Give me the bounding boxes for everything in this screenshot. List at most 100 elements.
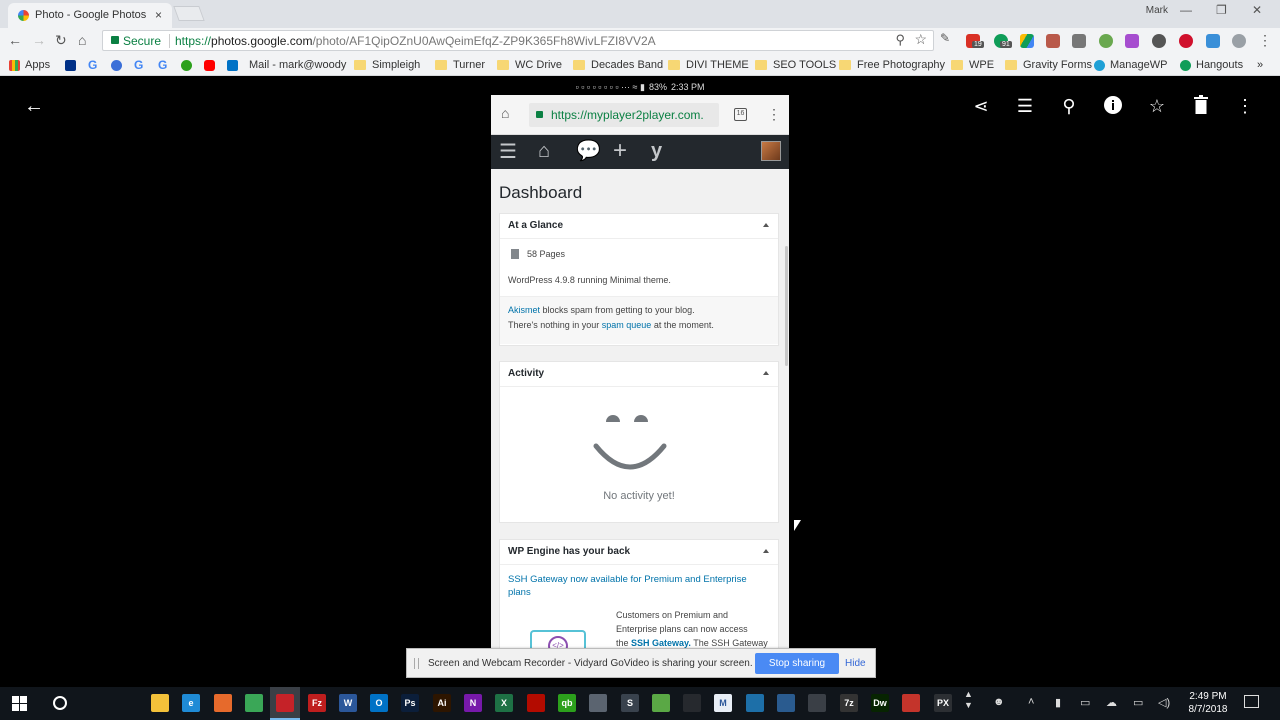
bookmark-google-2[interactable]: G: [134, 58, 143, 72]
favorite-star-icon[interactable]: ☆: [1146, 96, 1168, 117]
bookmark-folder-free-photography[interactable]: Free Photography: [839, 58, 945, 72]
forward-icon[interactable]: →: [32, 32, 46, 48]
taskbar-onenote-icon[interactable]: N: [464, 694, 482, 712]
stop-sharing-button[interactable]: Stop sharing: [755, 653, 839, 674]
drag-handle-icon[interactable]: [414, 658, 419, 669]
pen-extension-icon[interactable]: [1125, 34, 1139, 48]
network-icon[interactable]: ▭: [1133, 696, 1143, 709]
bookmark-folder-seo-tools[interactable]: SEO TOOLS: [755, 58, 836, 72]
cloud-extension-icon[interactable]: [1232, 34, 1246, 48]
window-user-name[interactable]: Mark: [1146, 5, 1168, 16]
bookmarks-overflow-icon[interactable]: »: [1257, 58, 1263, 72]
bookmark-quickbooks[interactable]: [181, 58, 197, 72]
share-icon[interactable]: ⋖: [970, 96, 992, 117]
viewer-back-arrow-icon[interactable]: ←: [24, 95, 44, 118]
bookmark-folder-decades-band[interactable]: Decades Band: [573, 58, 663, 72]
script-extension-icon[interactable]: [1072, 34, 1086, 48]
taskbar-app-cam-icon[interactable]: [746, 694, 764, 712]
taskbar-app-red-icon[interactable]: [276, 694, 294, 712]
home-icon[interactable]: ⌂: [78, 32, 86, 48]
taskbar-firefox-icon[interactable]: [214, 694, 232, 712]
taskbar-acrobat-icon[interactable]: [527, 694, 545, 712]
new-tab-button[interactable]: [173, 6, 205, 21]
url-text[interactable]: https://photos.google.com/photo/AF1QipOZ…: [175, 34, 656, 48]
bookmarks-bar: Apps G G G Mail - mark@woody Simpleigh T…: [0, 54, 1280, 76]
taskbar-file-explorer-icon[interactable]: [151, 694, 169, 712]
hangouts-extension-icon[interactable]: 91: [994, 34, 1012, 48]
taskbar-outlook-icon[interactable]: O: [370, 694, 388, 712]
bookmark-google-1[interactable]: G: [88, 58, 97, 72]
taskbar-app-bot-icon[interactable]: [808, 694, 826, 712]
tray-scroll-icon[interactable]: ▲ ▼: [964, 689, 973, 711]
taskbar-app-gray-icon[interactable]: [589, 694, 607, 712]
action-center-icon[interactable]: [1244, 695, 1259, 708]
taskbar-quickbooks-icon[interactable]: qb: [558, 694, 576, 712]
android-extension-icon[interactable]: [1099, 34, 1113, 48]
hide-button[interactable]: Hide: [845, 658, 866, 669]
taskbar-clock[interactable]: 2:49 PM 8/7/2018: [1184, 690, 1232, 716]
chrome-menu-icon[interactable]: ⋮: [1258, 32, 1272, 49]
taskbar-app-dark-icon[interactable]: [683, 694, 701, 712]
gear-extension-icon[interactable]: [1152, 34, 1166, 48]
bookmark-folder-gravity-forms[interactable]: Gravity Forms: [1005, 58, 1092, 72]
taskbar-illustrator-icon[interactable]: Ai: [433, 694, 451, 712]
bookmark-folder-divi-theme[interactable]: DIVI THEME: [668, 58, 749, 72]
close-window-icon[interactable]: ✕: [1252, 3, 1262, 17]
delete-trash-icon[interactable]: [1190, 95, 1212, 120]
taskbar-app-s-icon[interactable]: S: [621, 694, 639, 712]
browser-tab[interactable]: Photo - Google Photos ×: [8, 3, 172, 28]
taskbar-app-px-icon[interactable]: PX: [934, 694, 952, 712]
taskbar-photoshop-icon[interactable]: Ps: [401, 694, 419, 712]
bookmark-folder-wc-drive[interactable]: WC Drive: [497, 58, 562, 72]
pdf-extension-icon[interactable]: [1046, 34, 1060, 48]
people-icon[interactable]: ☻: [993, 696, 1005, 708]
bookmark-folder-wpe[interactable]: WPE: [951, 58, 994, 72]
taskbar-filezilla-icon[interactable]: Fz: [308, 694, 326, 712]
network-extension-icon[interactable]: [1206, 34, 1220, 48]
show-hidden-icons-icon[interactable]: ˄: [1028, 696, 1034, 708]
cortana-search-icon[interactable]: [53, 696, 67, 710]
drive-extension-icon[interactable]: [1020, 34, 1034, 48]
reload-icon[interactable]: ↻: [55, 32, 67, 49]
bookmark-google-3[interactable]: G: [158, 58, 167, 72]
bookmark-hangouts[interactable]: Hangouts: [1180, 58, 1243, 72]
restore-icon[interactable]: ❐: [1216, 3, 1227, 17]
bookmark-star-icon[interactable]: ☆: [914, 31, 927, 48]
widget-title: WP Engine has your back: [508, 546, 631, 557]
bookmark-youtube[interactable]: [204, 58, 220, 72]
bookmark-globe[interactable]: [111, 58, 127, 72]
microphone-icon[interactable]: ▮: [1055, 696, 1061, 709]
taskbar-app-feather-icon[interactable]: [777, 694, 795, 712]
more-options-icon[interactable]: ⋮: [1234, 96, 1256, 117]
zoom-search-icon[interactable]: ⚲: [1058, 96, 1080, 117]
taskbar-excel-icon[interactable]: X: [495, 694, 513, 712]
zoom-icon[interactable]: ⚲: [895, 32, 905, 48]
taskbar-app-m-icon[interactable]: M: [714, 694, 732, 712]
onedrive-cloud-icon[interactable]: ☁: [1106, 696, 1117, 709]
eyedropper-icon[interactable]: ✎: [940, 31, 954, 45]
taskbar-7zip-icon[interactable]: 7z: [840, 694, 858, 712]
bookmark-apps[interactable]: Apps: [9, 58, 50, 72]
taskbar-word-icon[interactable]: W: [339, 694, 357, 712]
tab-close-icon[interactable]: ×: [155, 8, 162, 22]
bookmark-folder-turner[interactable]: Turner: [435, 58, 485, 72]
bookmark-mail[interactable]: Mail - mark@woody: [227, 58, 346, 72]
edit-adjust-icon[interactable]: ☰: [1014, 96, 1036, 117]
gmail-extension-icon[interactable]: 19: [966, 34, 984, 48]
back-icon[interactable]: ←: [8, 32, 22, 48]
windows-start-icon[interactable]: [12, 696, 27, 711]
battery-icon[interactable]: ▭: [1080, 696, 1090, 709]
volume-icon[interactable]: ◁): [1158, 696, 1170, 709]
bookmark-paypal[interactable]: [65, 58, 81, 72]
taskbar-chrome-icon[interactable]: [245, 694, 263, 712]
taskbar-app-green-icon[interactable]: [652, 694, 670, 712]
info-icon[interactable]: [1102, 95, 1124, 120]
pinterest-extension-icon[interactable]: [1179, 34, 1193, 48]
taskbar-dreamweaver-icon[interactable]: Dw: [871, 694, 889, 712]
taskbar-internet-explorer-icon[interactable]: e: [182, 694, 200, 712]
address-bar[interactable]: Secure https://photos.google.com/photo/A…: [102, 30, 934, 51]
bookmark-folder-simpleigh[interactable]: Simpleigh: [354, 58, 420, 72]
minimize-icon[interactable]: —: [1180, 3, 1192, 17]
bookmark-managewp[interactable]: ManageWP: [1094, 58, 1167, 72]
taskbar-app-ccleaner-icon[interactable]: [902, 694, 920, 712]
